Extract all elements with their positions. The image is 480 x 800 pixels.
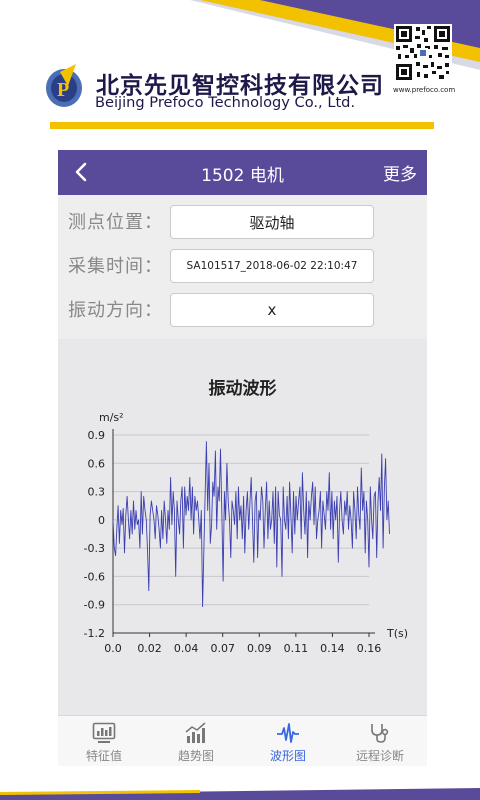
company-logo: P: [46, 64, 82, 107]
company-website: www.prefoco.com: [393, 86, 456, 94]
company-name-en: Beijing Prefoco Technology Co., Ltd.: [95, 94, 356, 111]
field-row-time: 采集时间： SA101517_2018-06-02 22:10:47: [58, 249, 427, 283]
waveform-icon: [277, 723, 299, 743]
y-tick-label: 0.9: [88, 429, 106, 442]
stethoscope-icon: [371, 724, 389, 743]
y-tick-label: 0.6: [88, 457, 106, 470]
field-row-location: 测点位置： 驱动轴: [58, 205, 427, 239]
trend-bars-icon: [185, 722, 206, 743]
location-field[interactable]: 驱动轴: [170, 205, 374, 239]
app-header: 1502 电机 更多: [58, 150, 427, 195]
field-label-location: 测点位置：: [68, 212, 163, 233]
x-tick-label: 0.16: [357, 642, 382, 655]
x-tick-label: 0.09: [247, 642, 271, 655]
tab-remote-diagnosis[interactable]: 远程诊断: [334, 716, 426, 766]
tab-label: 特征值: [85, 749, 122, 763]
app-screen: 1502 电机 更多 测点位置： 驱动轴 采集时间： SA101517_2018…: [58, 150, 427, 766]
page-title: 1502 电机: [201, 166, 284, 186]
y-tick-label: 0.3: [88, 486, 106, 499]
x-tick-label: 0.04: [174, 642, 199, 655]
svg-text:P: P: [57, 79, 69, 101]
y-tick-label: 0: [98, 514, 105, 527]
dashboard-icon: [92, 722, 116, 743]
bottom-tab-bar: 特征值 趋势图 波形图 远程诊断: [58, 715, 427, 766]
tab-label: 波形图: [269, 749, 306, 763]
direction-field[interactable]: x: [170, 293, 374, 327]
gold-divider: [50, 122, 434, 129]
x-axis-label: T(s): [386, 627, 408, 640]
tab-label: 趋势图: [177, 749, 214, 763]
x-tick-label: 0.02: [137, 642, 162, 655]
y-tick-label: -0.9: [84, 599, 105, 612]
x-tick-label: 0.14: [320, 642, 345, 655]
y-axis-label: m/s²: [99, 411, 124, 424]
tab-features[interactable]: 特征值: [58, 716, 150, 766]
series-line: [112, 441, 390, 608]
x-tick-label: 0.11: [284, 642, 309, 655]
y-tick-label: -0.6: [84, 570, 105, 583]
field-label-time: 采集时间：: [68, 256, 163, 277]
field-row-direction: 振动方向： x: [58, 293, 427, 327]
tab-label: 远程诊断: [355, 749, 404, 763]
time-field[interactable]: SA101517_2018-06-02 22:10:47: [170, 249, 374, 283]
tab-waveform[interactable]: 波形图: [242, 716, 334, 766]
footer-decoration: [0, 788, 480, 800]
x-tick-label: 0.07: [210, 642, 235, 655]
more-button[interactable]: 更多: [383, 160, 417, 185]
field-label-direction: 振动方向：: [68, 300, 163, 321]
x-tick-label: 0.0: [104, 642, 122, 655]
waveform-chart: 0.9 0.6 0.3 0 -0.3 -0.6 -0.9 -1.2 0.0 0.02 0.04 0.0…: [84, 411, 409, 655]
tab-trend[interactable]: 趋势图: [150, 716, 242, 766]
chart-panel: 振动波形 0.9 0.6 0.3 0 -0.3 -0.6 -0.9 -1.2 0.0 0.02 0.…: [58, 339, 427, 715]
y-tick-label: -0.3: [84, 542, 105, 555]
qr-code-image: [394, 24, 452, 82]
y-tick-label: -1.2: [84, 627, 105, 640]
